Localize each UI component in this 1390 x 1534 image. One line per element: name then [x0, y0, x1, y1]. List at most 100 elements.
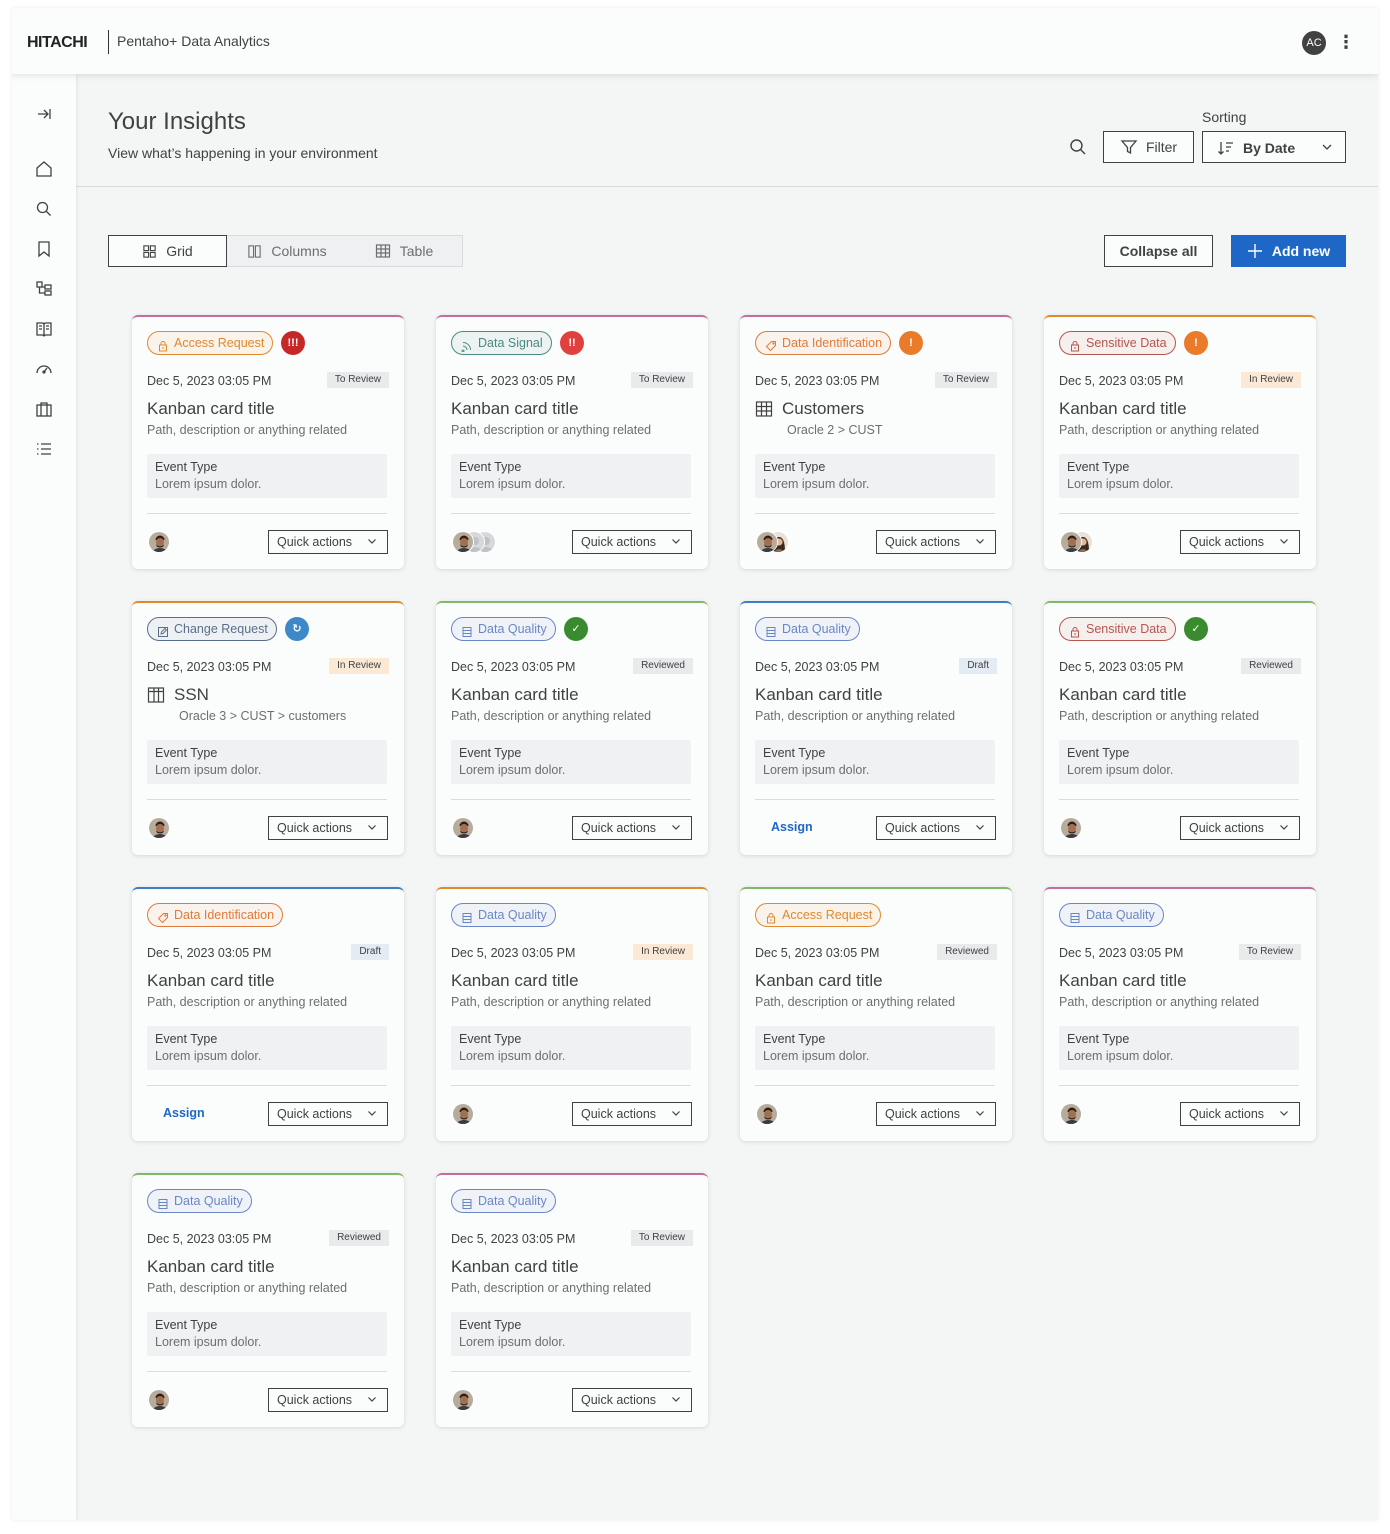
briefcase-icon[interactable]	[34, 399, 54, 419]
quick-actions-button[interactable]: Quick actions	[572, 1102, 692, 1126]
card-title[interactable]: Kanban card title	[1059, 399, 1187, 419]
card-title[interactable]: Kanban card title	[451, 685, 579, 705]
event-type-label: Event Type	[459, 460, 522, 474]
card-title[interactable]: Kanban card title	[755, 685, 883, 705]
card-title[interactable]: Kanban card title	[147, 971, 275, 991]
lock-icon	[1069, 337, 1081, 352]
brand-logo[interactable]: HITACHI	[27, 34, 88, 52]
kanban-card[interactable]: Data Quality ✓ Dec 5, 2023 03:05 PM Reviewe…	[436, 601, 708, 855]
avatar[interactable]	[452, 817, 474, 839]
card-title[interactable]: Kanban card title	[755, 971, 883, 991]
add-new-button[interactable]: Add new	[1231, 235, 1346, 267]
kanban-card[interactable]: Data Quality Dec 5, 2023 03:05 PM Draft Kan…	[740, 601, 1012, 855]
event-type-label: Event Type	[459, 746, 522, 760]
database-icon	[157, 1195, 169, 1209]
bookmark-icon[interactable]	[34, 239, 54, 259]
kanban-card[interactable]: Sensitive Data! Dec 5, 2023 03:05 PM In Re…	[1044, 315, 1316, 569]
card-date: Dec 5, 2023 03:05 PM	[755, 946, 880, 960]
event-type-value: Lorem ipsum dolor.	[763, 763, 870, 777]
list-icon[interactable]	[34, 439, 54, 459]
avatar[interactable]	[148, 531, 170, 553]
card-divider	[1059, 1085, 1299, 1086]
card-title[interactable]: Customers	[782, 399, 864, 419]
search-icon[interactable]	[34, 199, 54, 219]
avatar[interactable]	[452, 1389, 474, 1411]
avatar[interactable]	[148, 1389, 170, 1411]
avatar[interactable]	[1060, 531, 1082, 553]
quick-actions-button[interactable]: Quick actions	[268, 530, 388, 554]
card-category-label: Data Identification	[174, 908, 275, 922]
card-title[interactable]: Kanban card title	[147, 1257, 275, 1277]
event-type-label: Event Type	[155, 1318, 218, 1332]
avatar[interactable]	[1060, 1103, 1082, 1125]
card-path: Path, description or anything related	[1059, 423, 1260, 437]
quick-actions-button[interactable]: Quick actions	[572, 1388, 692, 1412]
kanban-card[interactable]: Access Request!!! Dec 5, 2023 03:05 PM To …	[132, 315, 404, 569]
kanban-card[interactable]: Data Signal!! Dec 5, 2023 03:05 PM To Revi…	[436, 315, 708, 569]
avatar[interactable]	[756, 531, 778, 553]
card-title[interactable]: Kanban card title	[147, 399, 275, 419]
card-category-tag: Data Quality	[451, 1189, 556, 1213]
quick-actions-button[interactable]: Quick actions	[876, 1102, 996, 1126]
kanban-card[interactable]: Data Identification Dec 5, 2023 03:05 PM D…	[132, 887, 404, 1141]
kanban-card[interactable]: Data Identification! Dec 5, 2023 03:05 PM…	[740, 315, 1012, 569]
card-category-label: Data Quality	[174, 1194, 243, 1208]
card-path: Path, description or anything related	[147, 995, 348, 1009]
user-avatar[interactable]: AC	[1302, 31, 1326, 55]
filter-label: Filter	[1145, 139, 1178, 155]
database-icon	[461, 909, 473, 923]
assign-button[interactable]: Assign	[163, 1106, 205, 1120]
card-title[interactable]: Kanban card title	[451, 971, 579, 991]
kanban-card[interactable]: Data Quality Dec 5, 2023 03:05 PM To Revie…	[1044, 887, 1316, 1141]
card-title[interactable]: SSN	[174, 685, 209, 705]
quick-actions-button[interactable]: Quick actions	[1180, 530, 1300, 554]
card-category-label: Data Signal	[478, 336, 543, 350]
collapse-all-button[interactable]: Collapse all	[1104, 235, 1213, 267]
card-title[interactable]: Kanban card title	[1059, 971, 1187, 991]
avatar[interactable]	[452, 531, 474, 553]
book-icon[interactable]	[34, 319, 54, 339]
event-type-label: Event Type	[155, 460, 218, 474]
card-category-tag: Data Quality	[1059, 903, 1164, 927]
quick-actions-button[interactable]: Quick actions	[268, 1102, 388, 1126]
search-icon[interactable]	[1067, 136, 1089, 158]
view-grid-button[interactable]: Grid	[108, 235, 227, 267]
assign-button[interactable]: Assign	[771, 820, 813, 834]
chevron-down-icon	[976, 1111, 984, 1116]
card-title[interactable]: Kanban card title	[451, 1257, 579, 1277]
kanban-card[interactable]: Data Quality Dec 5, 2023 03:05 PM To Revie…	[436, 1173, 708, 1427]
quick-actions-button[interactable]: Quick actions	[572, 530, 692, 554]
event-type-label: Event Type	[1067, 460, 1130, 474]
kanban-card[interactable]: Data Quality Dec 5, 2023 03:05 PM In Revie…	[436, 887, 708, 1141]
kanban-card[interactable]: Change Request ↻ Dec 5, 2023 03:05 PM In Re…	[132, 601, 404, 855]
sorting-select[interactable]: By Date	[1202, 131, 1346, 163]
card-divider	[1059, 799, 1299, 800]
kanban-card[interactable]: Access Request Dec 5, 2023 03:05 PM Review…	[740, 887, 1012, 1141]
view-columns-button[interactable]: Columns	[227, 236, 347, 266]
card-category-tag: Data Identification	[755, 331, 892, 355]
chevron-down-icon	[976, 539, 984, 544]
quick-actions-button[interactable]: Quick actions	[876, 816, 996, 840]
quick-actions-button[interactable]: Quick actions	[268, 1388, 388, 1412]
quick-actions-button[interactable]: Quick actions	[876, 530, 996, 554]
card-title[interactable]: Kanban card title	[451, 399, 579, 419]
gauge-icon[interactable]	[34, 359, 54, 379]
kebab-icon[interactable]: ⋮	[1337, 31, 1355, 55]
quick-actions-button[interactable]: Quick actions	[1180, 816, 1300, 840]
home-icon[interactable]	[34, 159, 54, 179]
hierarchy-icon[interactable]	[34, 279, 54, 299]
quick-actions-button[interactable]: Quick actions	[268, 816, 388, 840]
filter-button[interactable]: Filter	[1103, 131, 1194, 163]
avatar[interactable]	[452, 1103, 474, 1125]
quick-actions-button[interactable]: Quick actions	[1180, 1102, 1300, 1126]
quick-actions-button[interactable]: Quick actions	[572, 816, 692, 840]
kanban-card[interactable]: Sensitive Data ✓ Dec 5, 2023 03:05 PM Revie…	[1044, 601, 1316, 855]
logo-divider	[108, 30, 109, 54]
avatar[interactable]	[148, 817, 170, 839]
expand-sidebar-icon[interactable]	[34, 104, 54, 124]
view-table-button[interactable]: Table	[347, 236, 461, 266]
kanban-card[interactable]: Data Quality Dec 5, 2023 03:05 PM Reviewed…	[132, 1173, 404, 1427]
avatar[interactable]	[1060, 817, 1082, 839]
avatar[interactable]	[756, 1103, 778, 1125]
card-title[interactable]: Kanban card title	[1059, 685, 1187, 705]
